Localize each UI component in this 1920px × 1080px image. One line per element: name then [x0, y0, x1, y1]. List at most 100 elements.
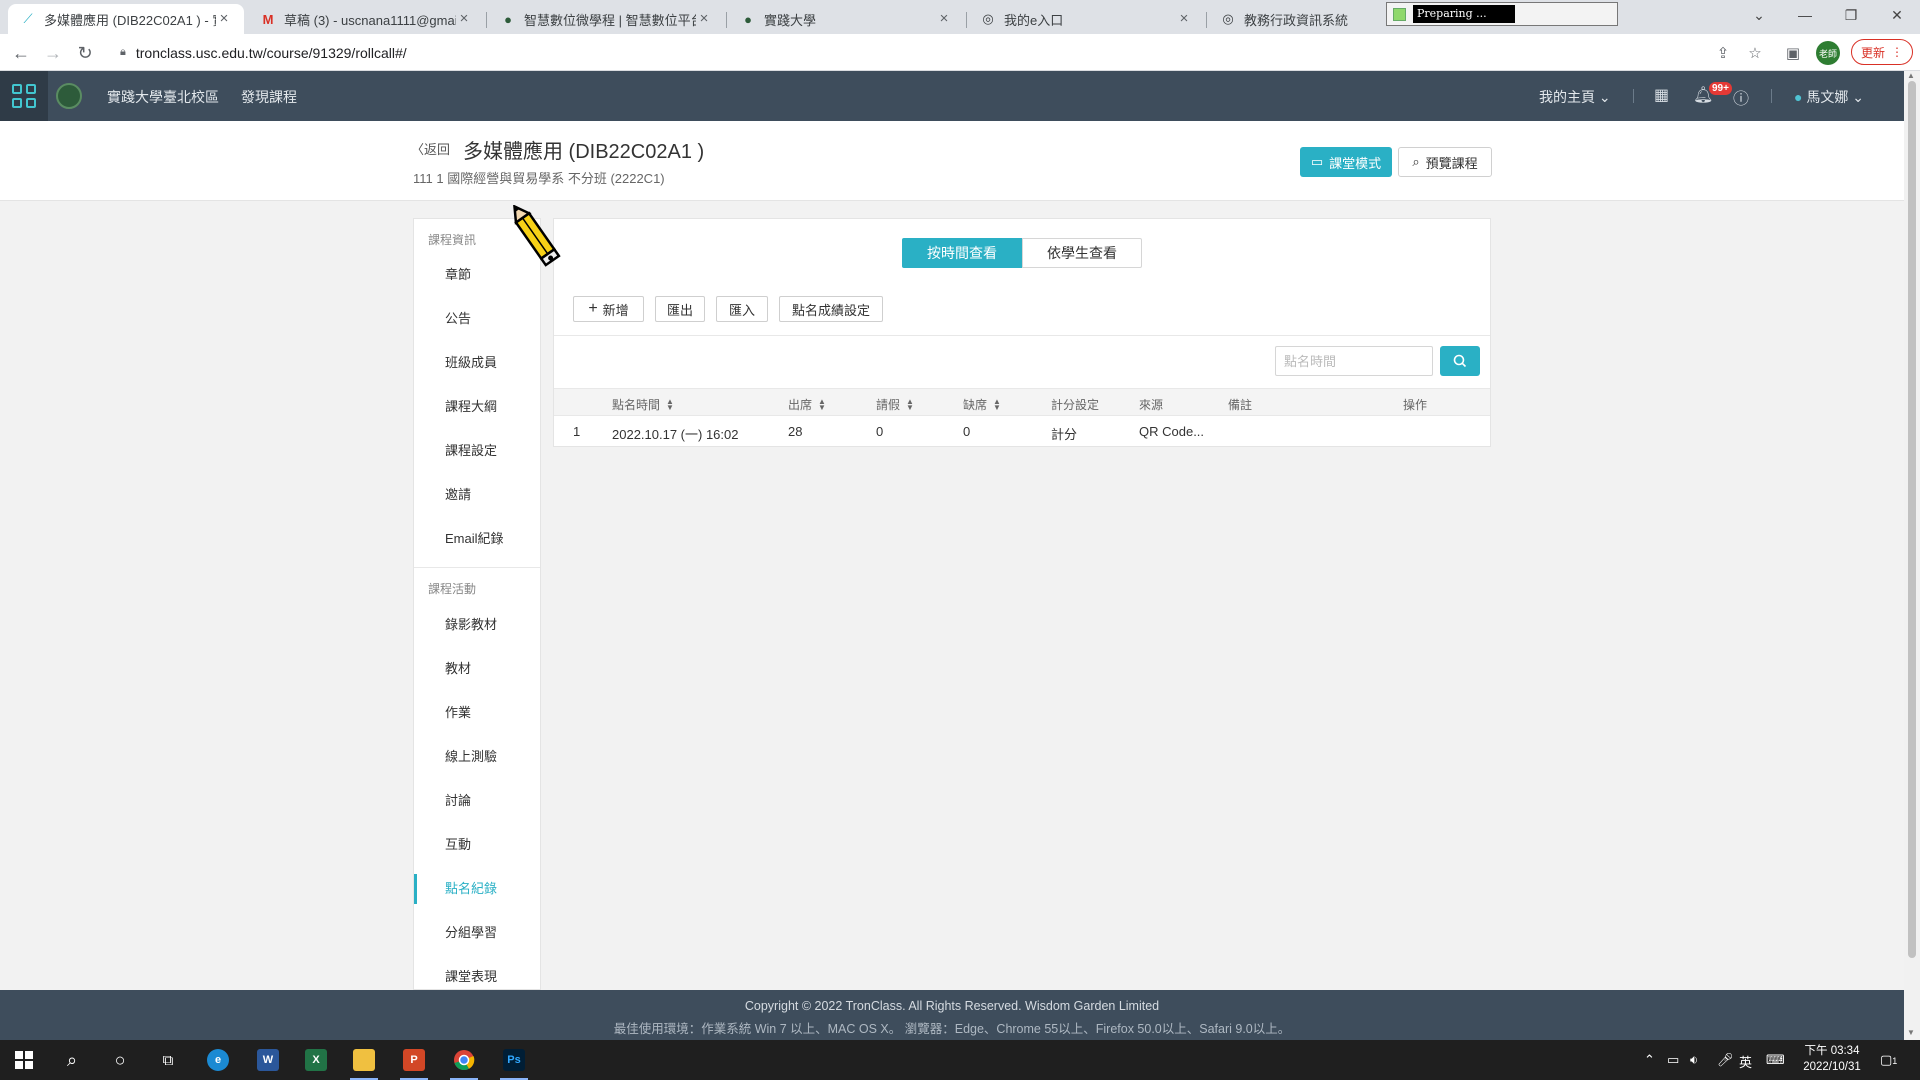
- col-rollcall-time[interactable]: 點名時間 ▲ ▼: [612, 396, 674, 413]
- reload-icon[interactable]: ↻: [72, 40, 98, 66]
- class-mode-button[interactable]: ▭ 課堂模式: [1300, 147, 1392, 177]
- scroll-down-icon[interactable]: ▼: [1907, 1028, 1915, 1037]
- file-explorer-icon[interactable]: [340, 1040, 388, 1080]
- tab-title: 實踐大學: [764, 12, 817, 28]
- scroll-up-icon[interactable]: ▲: [1907, 71, 1915, 80]
- site-header: 實踐大學臺北校區 發現課程 我的主頁 ⌄ ▦ 🔔︎ ⓘ ● 馬文娜 ⌄: [0, 71, 1904, 121]
- view-by-time-tab[interactable]: 按時間查看: [902, 238, 1022, 268]
- task-view-icon[interactable]: ⧉: [144, 1040, 192, 1080]
- sidebar-item-discussion[interactable]: 討論: [414, 786, 540, 816]
- close-window-icon[interactable]: ✕: [1874, 0, 1920, 30]
- chevron-left-icon: 〈: [411, 142, 425, 157]
- score-setting-button[interactable]: 點名成績設定: [779, 296, 883, 322]
- sidebar-item-interaction[interactable]: 互動: [414, 830, 540, 860]
- sidebar-item-homework[interactable]: 作業: [414, 698, 540, 728]
- action-center-icon[interactable]: ▢1: [1880, 1052, 1897, 1068]
- browser-tab-usc[interactable]: ● 實踐大學 ×: [728, 4, 964, 34]
- row-source: QR Code...: [1139, 424, 1205, 439]
- sidebar-item-performance[interactable]: 課堂表現: [414, 962, 540, 989]
- user-menu[interactable]: ● 馬文娜 ⌄: [1794, 87, 1864, 107]
- profile-avatar[interactable]: 老師: [1816, 41, 1840, 65]
- rollcall-panel: 按時間查看 依學生查看 + 新增 匯出 匯入 點名成績設定 點名時間 ▲▼ 出席…: [553, 218, 1491, 447]
- share-icon[interactable]: ⇪: [1712, 42, 1734, 64]
- table-row[interactable]: 1 2022.10.17 (一) 16:02 28 0 0 計分 QR Code…: [554, 416, 1490, 447]
- update-button[interactable]: 更新 ⋮: [1851, 39, 1913, 65]
- export-button[interactable]: 匯出: [655, 296, 705, 322]
- chrome-icon[interactable]: [440, 1040, 488, 1080]
- photoshop-icon[interactable]: Ps: [490, 1040, 538, 1080]
- sidebar-item-rollcall[interactable]: 點名紀錄: [414, 874, 540, 904]
- browser-tab-course[interactable]: ⟋ 多媒體應用 (DIB22C02A1 ) - 實 ×: [8, 4, 244, 34]
- forward-arrow-icon[interactable]: →: [40, 40, 66, 66]
- sidebar-item-email-log[interactable]: Email紀錄: [414, 524, 540, 554]
- app-grid-icon[interactable]: [0, 71, 48, 121]
- powerpoint-icon[interactable]: P: [390, 1040, 438, 1080]
- col-absent[interactable]: 缺席 ▲ ▼: [963, 396, 1001, 413]
- add-rollcall-button[interactable]: + 新增: [573, 296, 644, 322]
- sidebar-item-announcements[interactable]: 公告: [414, 304, 540, 334]
- bookmark-star-icon[interactable]: ☆: [1744, 42, 1766, 64]
- calendar-icon[interactable]: ▦: [1654, 85, 1669, 105]
- discover-courses-link[interactable]: 發現課程: [241, 87, 297, 107]
- microphone-icon[interactable]: 🎤︎: [1717, 1052, 1734, 1068]
- minimize-icon[interactable]: —: [1782, 0, 1828, 30]
- sidebar-item-members[interactable]: 班級成員: [414, 348, 540, 378]
- input-method-icon[interactable]: ⌨: [1766, 1052, 1785, 1068]
- side-panel-icon[interactable]: ▣: [1782, 42, 1804, 64]
- browser-tab-smart-digital[interactable]: ● 智慧數位微學程 | 智慧數位平台 ×: [488, 4, 724, 34]
- sidebar-item-group-learning[interactable]: 分組學習: [414, 918, 540, 948]
- sidebar-item-syllabus[interactable]: 課程大綱: [414, 392, 540, 422]
- scroll-thumb[interactable]: [1908, 81, 1916, 958]
- gmail-favicon-icon: M: [262, 11, 274, 27]
- preview-label: 預覽課程: [1425, 155, 1478, 171]
- tab-close-icon[interactable]: ×: [696, 11, 712, 27]
- help-icon[interactable]: ⓘ: [1733, 85, 1749, 109]
- sidebar-item-online-quiz[interactable]: 線上測驗: [414, 742, 540, 772]
- back-link[interactable]: 〈返回: [411, 139, 450, 158]
- restore-icon[interactable]: ❐: [1828, 0, 1874, 30]
- header-divider: [1771, 89, 1772, 103]
- taskbar-clock[interactable]: 下午 03:34 2022/10/31: [1800, 1043, 1864, 1075]
- tab-close-icon[interactable]: ×: [216, 11, 232, 27]
- notification-badge: 99+: [1709, 82, 1732, 95]
- cortana-icon[interactable]: ○: [96, 1040, 144, 1080]
- sidebar-item-video[interactable]: 錄影教材: [414, 610, 540, 640]
- my-home-menu[interactable]: 我的主頁 ⌄: [1539, 87, 1611, 107]
- browser-tab-academic[interactable]: ◎ 教務行政資訊系統: [1208, 4, 1378, 34]
- chevron-up-icon[interactable]: ⌃: [1644, 1052, 1655, 1068]
- browser-tab-eportal[interactable]: ◎ 我的e入口 ×: [968, 4, 1204, 34]
- import-button[interactable]: 匯入: [716, 296, 768, 322]
- volume-icon[interactable]: 🔉︎: [1690, 1052, 1698, 1068]
- my-home-label: 我的主頁: [1539, 89, 1595, 105]
- row-present: 28: [788, 424, 803, 439]
- excel-icon[interactable]: X: [292, 1040, 340, 1080]
- tab-title: 多媒體應用 (DIB22C02A1 ) - 實: [44, 12, 216, 28]
- col-leave[interactable]: 請假 ▲ ▼: [876, 396, 914, 413]
- school-logo[interactable]: [56, 83, 82, 109]
- view-by-student-tab[interactable]: 依學生查看: [1022, 238, 1142, 268]
- school-link[interactable]: 實踐大學臺北校區: [107, 87, 219, 107]
- tab-close-icon[interactable]: ×: [1176, 11, 1192, 27]
- network-icon[interactable]: ▭: [1667, 1052, 1679, 1068]
- table-header: 點名時間 ▲ ▼ 出席 ▲ ▼ 請假 ▲ ▼ 缺席 ▲ ▼ 計分設定 來源 備註 操作: [554, 388, 1490, 416]
- page-scrollbar[interactable]: ▲ ▼: [1904, 71, 1920, 1040]
- sidebar-item-materials[interactable]: 教材: [414, 654, 540, 684]
- browser-tab-gmail[interactable]: M 草稿 (3) - uscnana1111@gmail ×: [248, 4, 484, 34]
- tab-close-icon[interactable]: ×: [456, 11, 472, 27]
- col-present[interactable]: 出席 ▲ ▼: [788, 396, 826, 413]
- tab-close-icon[interactable]: ×: [936, 11, 952, 27]
- sidebar-item-course-settings[interactable]: 課程設定: [414, 436, 540, 466]
- preview-course-button[interactable]: ⌕ 預覽課程: [1398, 147, 1492, 177]
- rollcall-search-input[interactable]: [1275, 346, 1433, 376]
- edge-icon[interactable]: e: [194, 1040, 242, 1080]
- course-title-band: 〈返回 多媒體應用 (DIB22C02A1 ) 111 1 國際經營與貿易學系 …: [0, 121, 1904, 201]
- address-bar[interactable]: 🔒︎ tronclass.usc.edu.tw/course/91329/rol…: [112, 38, 1772, 67]
- windows-start-icon[interactable]: [0, 1040, 48, 1080]
- back-arrow-icon[interactable]: ←: [8, 40, 34, 66]
- search-icon[interactable]: ⌕: [48, 1040, 96, 1080]
- tab-search-icon[interactable]: ⌄: [1736, 0, 1782, 30]
- search-button[interactable]: [1440, 346, 1480, 376]
- sidebar-item-invite[interactable]: 邀請: [414, 480, 540, 510]
- ime-indicator[interactable]: 英: [1739, 1052, 1752, 1071]
- word-icon[interactable]: W: [244, 1040, 292, 1080]
